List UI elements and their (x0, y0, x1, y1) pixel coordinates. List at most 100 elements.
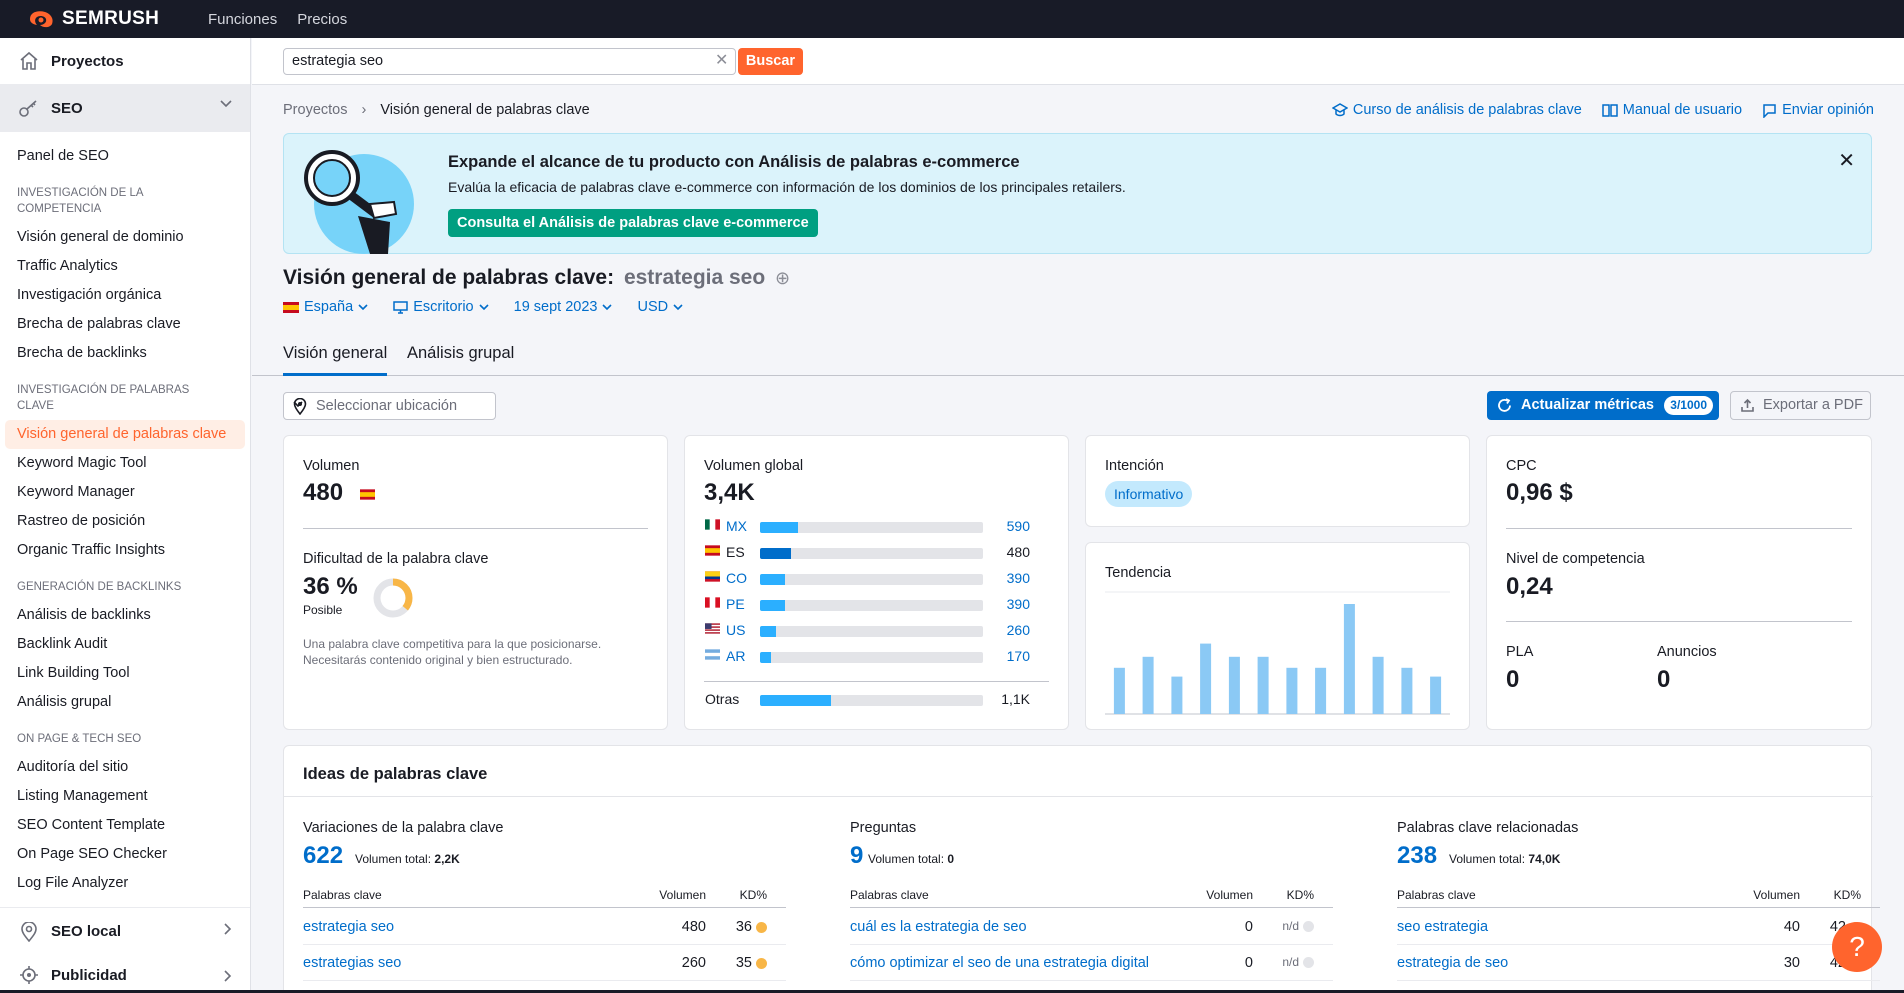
sidebar-item-panel-seo[interactable]: Panel de SEO (0, 142, 250, 171)
magnifier-illustration-icon (304, 150, 414, 254)
nav-funciones[interactable]: Funciones (208, 11, 277, 28)
trend-bar[interactable] (1315, 667, 1327, 714)
sidebar-item[interactable]: Auditoría del sitio (0, 753, 250, 782)
ideas-column-2: Palabras clave relacionadas 238 Volumen to… (1397, 796, 1880, 993)
clear-search-icon[interactable]: ✕ (715, 53, 728, 69)
country-row-us[interactable]: US 260 (705, 620, 1050, 640)
ads-label: Anuncios (1657, 644, 1717, 660)
manual-link[interactable]: Manual de usuario (1602, 102, 1742, 118)
currency-filter-label: USD (637, 299, 669, 315)
trend-bar[interactable] (1257, 656, 1269, 714)
sidebar-publicidad-label: Publicidad (51, 966, 127, 984)
sidebar-projects[interactable]: Proyectos (0, 38, 250, 85)
search-input[interactable]: estrategia seo (283, 48, 736, 75)
sidebar-item[interactable]: Log File Analyzer (0, 869, 250, 898)
add-circle-icon[interactable]: ⊕ (775, 268, 790, 288)
help-button[interactable]: ? (1832, 922, 1882, 972)
trend-bar[interactable] (1142, 656, 1154, 714)
export-pdf-button[interactable]: Exportar a PDF (1730, 391, 1871, 420)
sidebar-item[interactable]: Brecha de palabras clave (0, 310, 250, 339)
search-button[interactable]: Buscar (738, 48, 803, 75)
banner-cta-button[interactable]: Consulta el Análisis de palabras clave e… (448, 209, 818, 237)
country-code: PE (726, 596, 745, 612)
sidebar-item[interactable]: Brecha de backlinks (0, 339, 250, 368)
trend-bar[interactable] (1343, 604, 1355, 714)
trend-bar[interactable] (1286, 667, 1298, 714)
course-link[interactable]: Curso de análisis de palabras clave (1331, 102, 1582, 118)
currency-filter[interactable]: USD (637, 299, 683, 315)
sidebar-item[interactable]: Análisis de backlinks (0, 601, 250, 630)
date-filter[interactable]: 19 sept 2023 (514, 299, 613, 315)
sidebar-item[interactable]: Investigación orgánica (0, 281, 250, 310)
location-select[interactable]: Seleccionar ubicación (283, 392, 496, 420)
sidebar-item[interactable]: Link Building Tool (0, 659, 250, 688)
sidebar-item[interactable]: Organic Traffic Insights (0, 536, 250, 565)
country-bar-fill (760, 626, 776, 637)
country-row-pe[interactable]: PE 390 (705, 594, 1050, 614)
trend-bar[interactable] (1401, 667, 1413, 714)
divider (704, 681, 1049, 682)
trend-bar[interactable] (1430, 676, 1442, 714)
header-volume: Volumen (659, 888, 706, 902)
table-row: seo estrategia 40 42 (1397, 909, 1880, 945)
country-code: US (726, 622, 746, 638)
sidebar-item[interactable]: Visión general de dominio (0, 223, 250, 252)
country-row-es[interactable]: ES 480 (705, 542, 1050, 562)
header-kd: KD% (739, 888, 767, 902)
country-volume: 390 (1006, 596, 1030, 612)
device-filter[interactable]: Escritorio (393, 299, 489, 315)
trend-bar[interactable] (1113, 667, 1125, 714)
sidebar-item[interactable]: Traffic Analytics (0, 252, 250, 281)
sidebar-group-title: ON PAGE & TECH SEO (17, 733, 142, 745)
chevron-down-icon (602, 303, 613, 310)
trend-bar[interactable] (1228, 656, 1240, 714)
feedback-link[interactable]: Enviar opinión (1762, 102, 1874, 118)
tab-analisis-grupal[interactable]: Análisis grupal (407, 341, 514, 376)
keyword-link[interactable]: estrategias seo (303, 955, 401, 971)
sidebar-item-active[interactable]: Visión general de palabras clave (5, 420, 245, 449)
sidebar-item[interactable]: SEO Content Template (0, 811, 250, 840)
nav-precios[interactable]: Precios (297, 11, 347, 28)
keyword-link[interactable]: cómo optimizar el seo de una estrategia … (850, 955, 1149, 971)
sidebar-seo-label: SEO (51, 99, 83, 117)
breadcrumb-root[interactable]: Proyectos (283, 102, 347, 118)
country-row-ar[interactable]: AR 170 (705, 646, 1050, 666)
semrush-flame-icon (30, 11, 53, 28)
sidebar-item[interactable]: Backlink Audit (0, 630, 250, 659)
sidebar-item[interactable]: On Page SEO Checker (0, 840, 250, 869)
close-icon[interactable]: ✕ (1838, 148, 1855, 173)
semrush-logo[interactable]: SEMRUSH (28, 8, 188, 30)
trend-bar[interactable] (1372, 656, 1384, 714)
sidebar-item[interactable]: Rastreo de posición (0, 507, 250, 536)
cpc-card: CPC 0,96 $ Nivel de competencia 0,24 PLA… (1486, 435, 1872, 730)
keyword-link[interactable]: seo estrategia (1397, 919, 1488, 935)
tab-vision-general[interactable]: Visión general (283, 341, 388, 376)
sidebar-publicidad[interactable]: Publicidad (0, 955, 250, 993)
spain-flag-icon (283, 301, 299, 313)
trend-bar[interactable] (1171, 676, 1183, 714)
sidebar-seo-local[interactable]: SEO local (0, 908, 250, 955)
refresh-icon (1498, 398, 1511, 412)
kd-dot-icon (756, 921, 767, 933)
ideas-count[interactable]: 238 (1397, 842, 1437, 870)
table-row: estrategias seo 260 35 (303, 945, 786, 981)
help-links: Curso de análisis de palabras clave Manu… (1331, 102, 1874, 118)
country-row-co[interactable]: CO 390 (705, 568, 1050, 588)
keyword-link[interactable]: cuál es la estrategia de seo (850, 919, 1027, 935)
sidebar-item[interactable]: Keyword Magic Tool (0, 449, 250, 478)
sidebar-item[interactable]: Keyword Manager (0, 478, 250, 507)
sidebar-item[interactable]: Listing Management (0, 782, 250, 811)
country-code: AR (726, 648, 746, 664)
country-code: CO (726, 570, 747, 586)
sidebar-seo[interactable]: SEO (0, 85, 250, 132)
keyword-link[interactable]: estrategia de seo (1397, 955, 1508, 971)
keyword-link[interactable]: estrategia seo (303, 919, 394, 935)
sidebar-item[interactable]: Análisis grupal (0, 688, 250, 717)
ideas-count[interactable]: 9 (850, 842, 863, 870)
trend-bar[interactable] (1200, 643, 1212, 714)
update-metrics-button[interactable]: Actualizar métricas 3/1000 (1487, 391, 1719, 420)
country-row-mx[interactable]: MX 590 (705, 516, 1050, 536)
kd-dot-icon (1303, 921, 1314, 933)
country-filter[interactable]: España (283, 299, 368, 315)
ideas-count[interactable]: 622 (303, 842, 343, 870)
